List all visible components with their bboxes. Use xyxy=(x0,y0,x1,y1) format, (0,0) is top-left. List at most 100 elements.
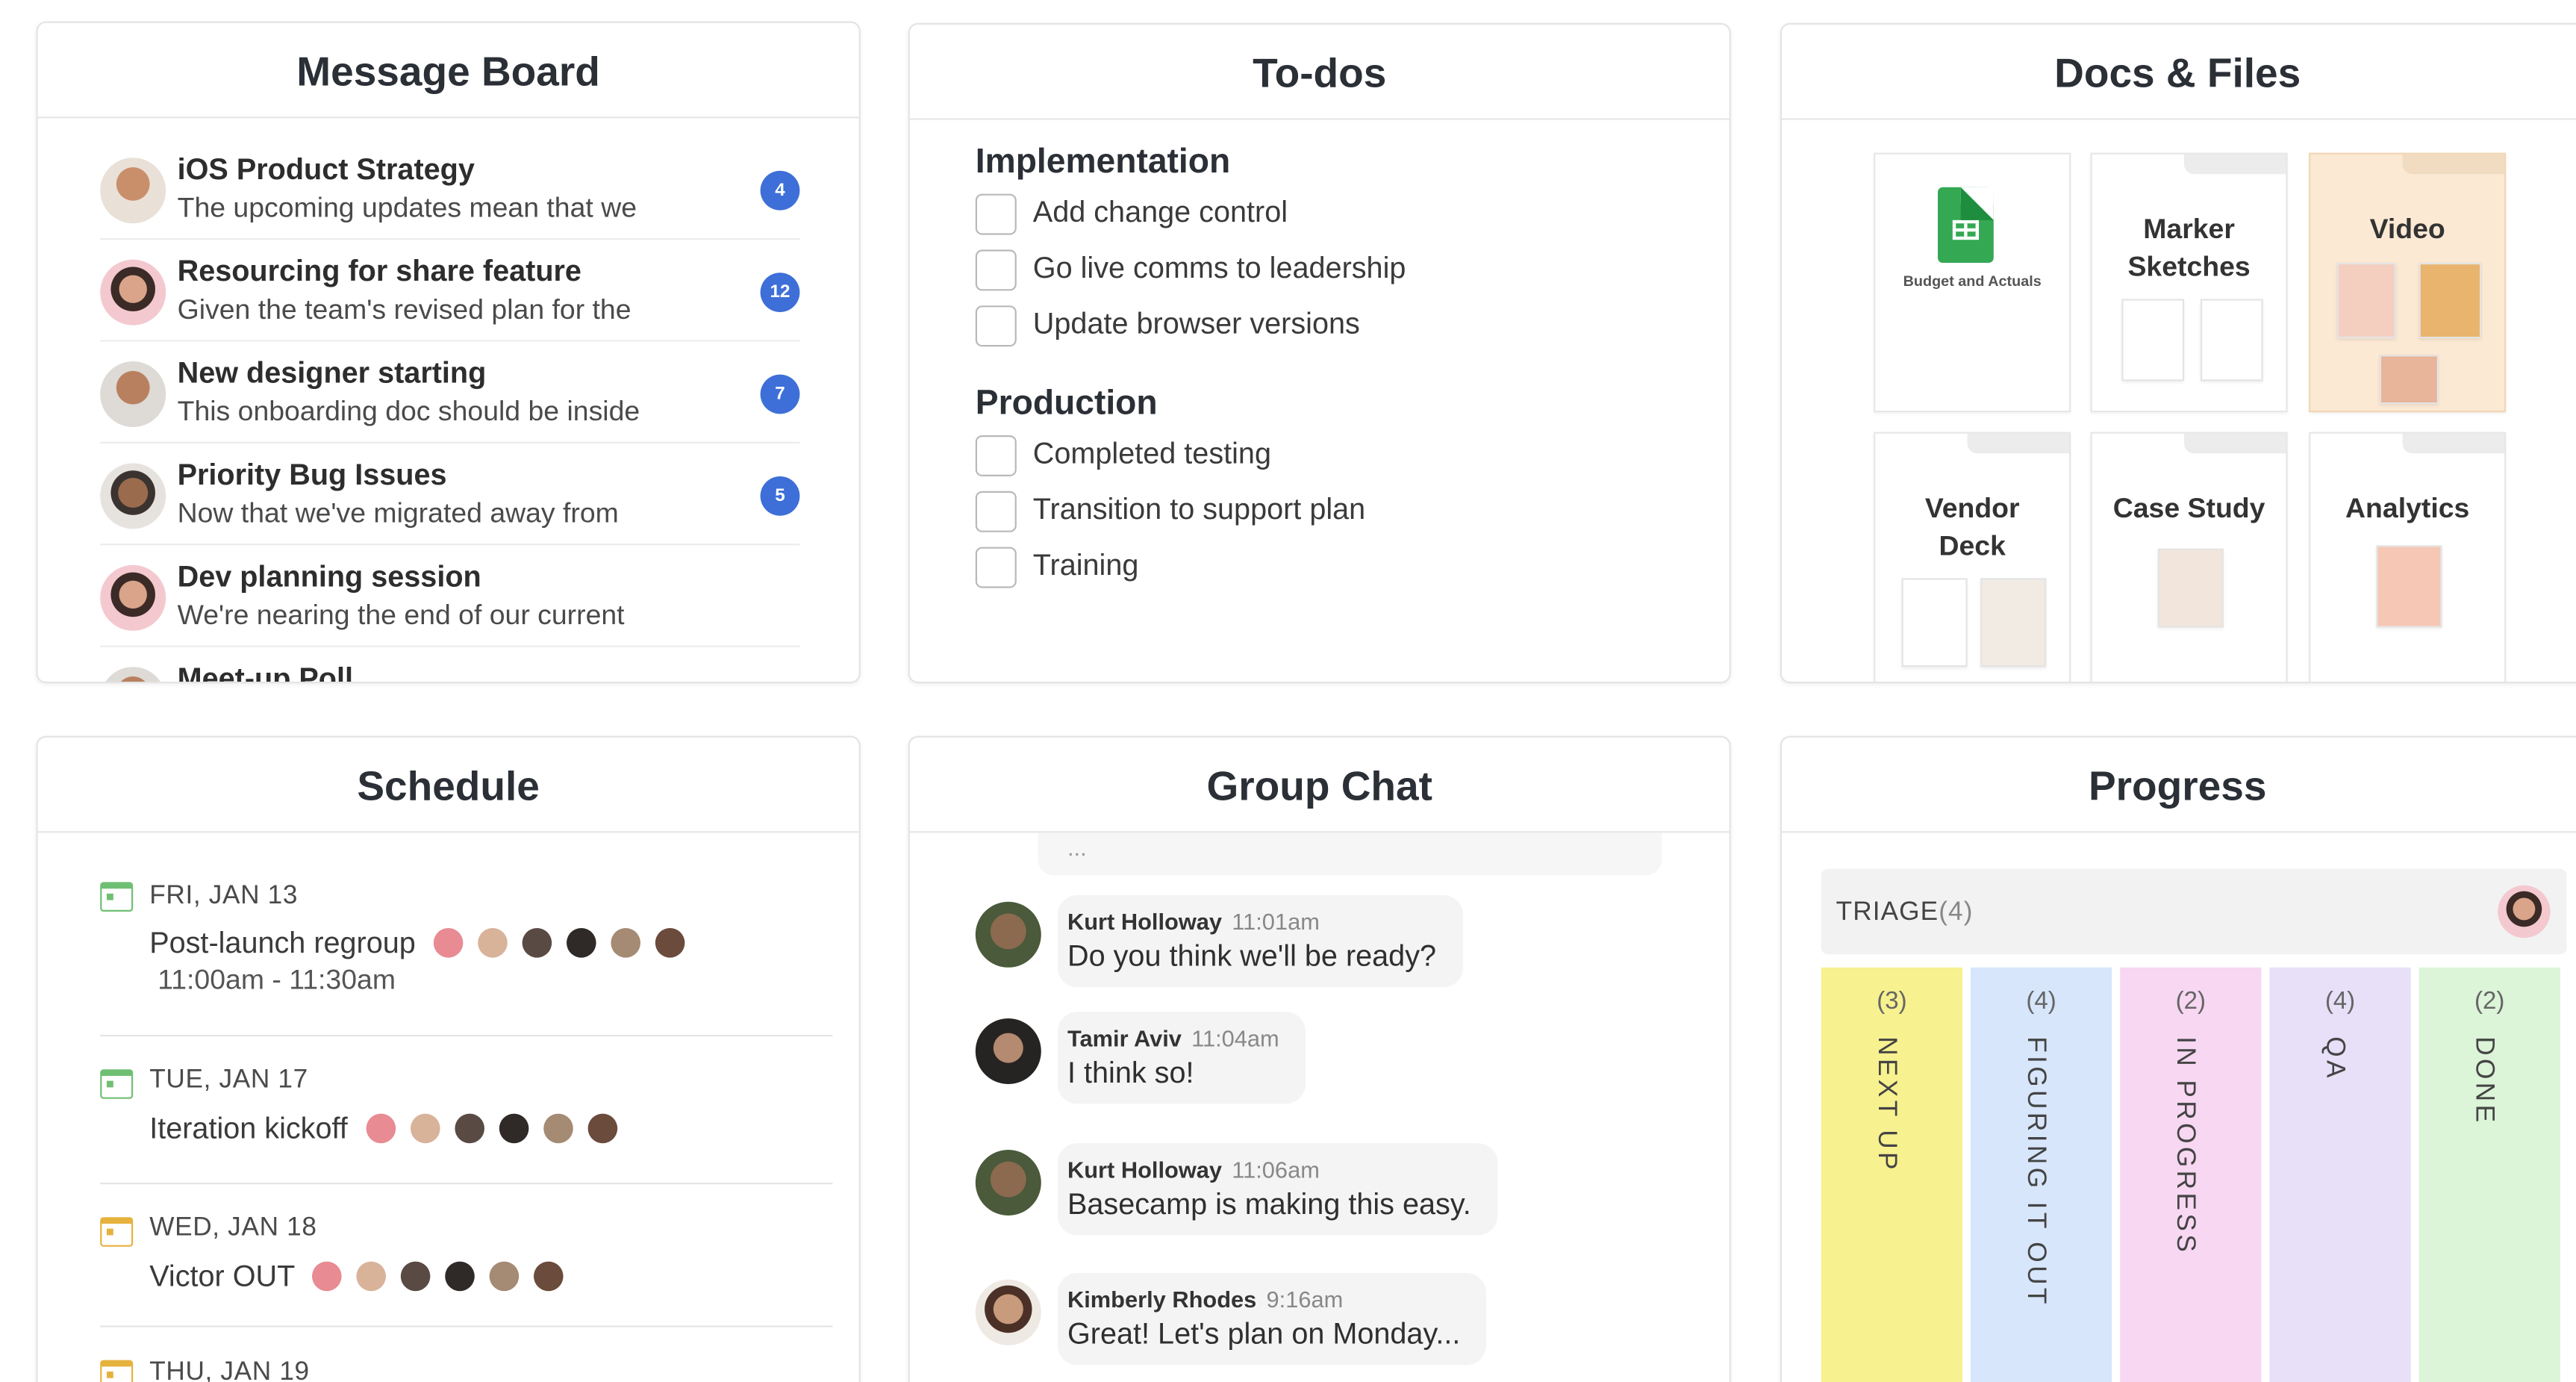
docs-files-card[interactable]: Docs & Files Budget and Actuals Marker S… xyxy=(1780,22,2576,684)
avatar xyxy=(100,564,166,631)
event-title[interactable]: Victor OUT xyxy=(149,1260,564,1294)
todo-group-title[interactable]: Implementation xyxy=(976,143,1698,189)
todo-checkbox[interactable] xyxy=(975,249,1017,291)
todo-item[interactable]: Training xyxy=(975,542,1698,598)
message-title[interactable]: Resourcing for share feature xyxy=(178,255,581,289)
avatar xyxy=(655,928,685,958)
column-count: (2) xyxy=(2474,987,2505,1015)
todo-item[interactable]: Go live comms to leadership xyxy=(975,245,1698,301)
message-item[interactable]: New designer starting This onboarding do… xyxy=(100,342,800,443)
todo-item[interactable]: Transition to support plan xyxy=(975,486,1698,542)
file-thumbnail xyxy=(2157,548,2224,628)
chat-bubble[interactable]: Tamir Aviv 11:04am I think so! xyxy=(1057,1012,1306,1104)
todo-label[interactable]: Add change control xyxy=(1033,196,1288,230)
chat-author[interactable]: Kimberly Rhodes xyxy=(1067,1286,1256,1313)
todo-item[interactable]: Update browser versions xyxy=(975,301,1698,357)
schedule-item[interactable]: WED, JAN 18 Victor OUT xyxy=(100,1184,833,1327)
message-item[interactable]: Priority Bug Issues Now that we've migra… xyxy=(100,443,800,546)
avatar xyxy=(100,463,166,529)
todo-checkbox[interactable] xyxy=(975,305,1017,347)
message-item[interactable]: Dev planning session We're nearing the e… xyxy=(100,545,800,647)
folder-name: Marker Sketches xyxy=(2127,214,2251,283)
todo-label[interactable]: Update browser versions xyxy=(1033,307,1360,341)
todo-label[interactable]: Go live comms to leadership xyxy=(1033,252,1406,286)
folder-tile-video[interactable]: Video xyxy=(2309,152,2507,413)
kanban-column-qa[interactable]: (4) QA xyxy=(2269,967,2411,1382)
avatar xyxy=(611,928,641,958)
kanban-column-done[interactable]: (2) DONE xyxy=(2418,967,2560,1382)
avatar[interactable] xyxy=(975,1279,1041,1345)
todos-card[interactable]: To-dos Implementation Add change control… xyxy=(908,22,1731,684)
kanban-column-in-progress[interactable]: (2) IN PROGRESS xyxy=(2120,967,2262,1382)
avatar xyxy=(543,1113,573,1144)
schedule-card[interactable]: Schedule FRI, JAN 13 Post-launch regroup… xyxy=(36,735,861,1382)
event-title[interactable]: Post-launch regroup xyxy=(149,927,685,961)
folder-tile-vendor-deck[interactable]: Vendor Deck xyxy=(1874,432,2071,682)
avatar xyxy=(522,928,552,958)
folder-tile-marker-sketches[interactable]: Marker Sketches xyxy=(2090,152,2288,413)
avatar[interactable] xyxy=(975,1018,1041,1084)
todo-checkbox[interactable] xyxy=(975,491,1017,532)
file-thumbnail xyxy=(2201,299,2263,382)
message-item[interactable]: Resourcing for share feature Given the t… xyxy=(100,240,800,342)
kanban-column-next-up[interactable]: (3) NEXT UP xyxy=(1821,967,1962,1382)
progress-title[interactable]: Progress xyxy=(1782,738,2576,833)
kanban-column-figuring-it-out[interactable]: (4) FIGURING IT OUT xyxy=(1971,967,2112,1382)
avatar xyxy=(587,1113,617,1144)
chat-bubble[interactable]: Kurt Holloway 11:06am Basecamp is making … xyxy=(1057,1143,1497,1236)
todo-checkbox[interactable] xyxy=(975,435,1017,476)
event-date: TUE, JAN 17 xyxy=(149,1065,308,1095)
group-chat-title[interactable]: Group Chat xyxy=(909,738,1730,833)
doc-tile-budget[interactable]: Budget and Actuals xyxy=(1874,152,2071,413)
avatar[interactable] xyxy=(975,1150,1041,1216)
schedule-list: FRI, JAN 13 Post-launch regroup 11:00am … xyxy=(100,831,833,1382)
file-thumbnail xyxy=(2418,263,2482,339)
folder-tile-analytics[interactable]: Analytics xyxy=(2309,432,2507,682)
message-title[interactable]: Dev planning session xyxy=(178,560,481,594)
docs-files-title[interactable]: Docs & Files xyxy=(1782,25,2576,120)
message-title[interactable]: New designer starting xyxy=(178,356,487,390)
triage-lane[interactable]: TRIAGE(4) xyxy=(1821,868,2567,955)
todo-checkbox[interactable] xyxy=(975,193,1017,235)
folder-tile-case-study[interactable]: Case Study xyxy=(2090,432,2288,682)
todos-title[interactable]: To-dos xyxy=(909,25,1730,120)
avatar xyxy=(401,1261,431,1292)
avatar[interactable] xyxy=(975,901,1041,968)
todo-label[interactable]: Completed testing xyxy=(1033,437,1271,471)
event-title[interactable]: Iteration kickoff xyxy=(149,1112,617,1146)
todo-group-title[interactable]: Production xyxy=(976,385,1698,431)
message-board-card[interactable]: Message Board iOS Product Strategy The u… xyxy=(36,21,861,684)
calendar-icon xyxy=(100,882,134,912)
todo-label[interactable]: Transition to support plan xyxy=(1033,493,1365,527)
chat-bubble[interactable]: Kurt Holloway 11:01am Do you think we'll … xyxy=(1057,895,1463,988)
avatar xyxy=(434,928,464,958)
chat-time: 11:04am xyxy=(1191,1024,1279,1051)
message-item[interactable]: iOS Product Strategy The upcoming update… xyxy=(100,138,800,240)
message-title[interactable]: Priority Bug Issues xyxy=(178,458,447,493)
todo-item[interactable]: Completed testing xyxy=(975,430,1698,486)
schedule-item[interactable]: FRI, JAN 13 Post-launch regroup 11:00am … xyxy=(100,831,833,1037)
todo-group: Production Completed testing Transition … xyxy=(975,385,1698,598)
schedule-item[interactable]: THU, JAN 19 xyxy=(100,1327,832,1382)
message-title[interactable]: iOS Product Strategy xyxy=(178,153,475,187)
chat-author[interactable]: Tamir Aviv xyxy=(1067,1025,1182,1051)
todo-item[interactable]: Add change control xyxy=(975,189,1698,245)
chat-author[interactable]: Kurt Holloway xyxy=(1067,909,1222,935)
message-item[interactable]: Meet-up Poll xyxy=(100,647,799,682)
progress-card[interactable]: Progress TRIAGE(4) (3) NEXT UP (4) FIGUR… xyxy=(1780,735,2576,1382)
todo-label[interactable]: Training xyxy=(1033,549,1139,583)
schedule-title[interactable]: Schedule xyxy=(37,738,859,833)
todo-checkbox[interactable] xyxy=(975,547,1017,588)
message-board-title[interactable]: Message Board xyxy=(37,23,859,119)
chat-time: 9:16am xyxy=(1266,1286,1344,1313)
avatar xyxy=(499,1113,528,1144)
chat-bubble[interactable]: Kimberly Rhodes 9:16am Great! Let's plan … xyxy=(1057,1273,1487,1366)
chat-author[interactable]: Kurt Holloway xyxy=(1067,1157,1222,1183)
group-chat-card[interactable]: Group Chat ... Kurt Holloway 11:01am Do y… xyxy=(908,735,1731,1382)
schedule-item[interactable]: TUE, JAN 17 Iteration kickoff xyxy=(100,1036,833,1185)
chat-time: 11:06am xyxy=(1232,1156,1320,1183)
message-title[interactable]: Meet-up Poll xyxy=(178,662,353,682)
triage-label-text: TRIAGE xyxy=(1836,898,1939,927)
comment-count-badge: 5 xyxy=(760,476,800,516)
comment-count-badge: 7 xyxy=(760,374,800,414)
